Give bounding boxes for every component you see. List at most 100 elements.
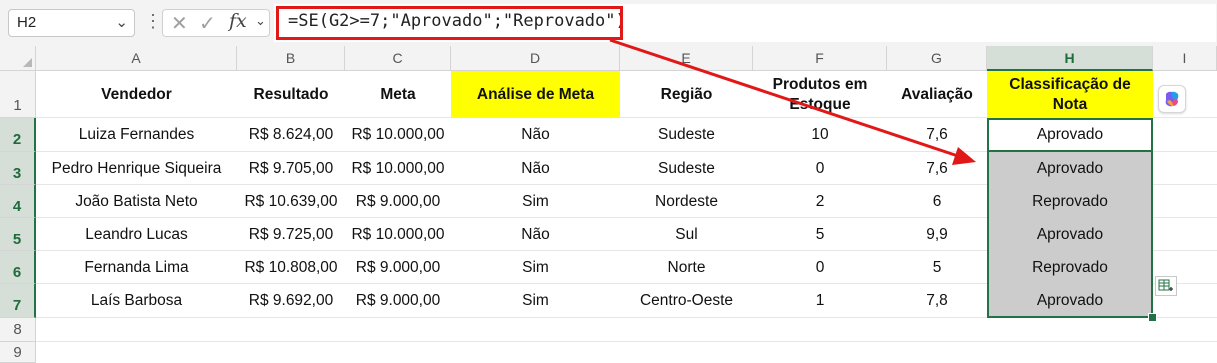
cell-produtos[interactable]: 10 [753,118,887,152]
cell-produtos[interactable]: 0 [753,251,887,284]
header-analise-text: Análise de Meta [476,85,595,103]
cell-avaliacao[interactable]: 7,8 [887,284,987,318]
header-produtos-line1: Produtos em [772,75,868,93]
cell-produtos[interactable]: 5 [753,218,887,251]
cell-analise[interactable]: Não [451,118,620,152]
cell-produtos[interactable]: 1 [753,284,887,318]
cell-avaliacao[interactable]: 5 [887,251,987,284]
fill-handle[interactable] [1148,313,1157,322]
cell-classificacao[interactable]: Aprovado [987,118,1153,152]
cell-resultado[interactable]: R$ 10.808,00 [237,251,345,284]
cell-regiao[interactable]: Nordeste [620,185,753,218]
more-vertical-icon[interactable]: ⋮ [144,12,162,30]
cell-avaliacao[interactable]: 7,6 [887,152,987,185]
header-vendedor-text: Vendedor [101,85,172,103]
cell-vendedor[interactable]: Luiza Fernandes [36,118,237,152]
cell-resultado[interactable]: R$ 9.725,00 [237,218,345,251]
cell-regiao[interactable]: Centro-Oeste [620,284,753,318]
header-produtos-em-estoque[interactable]: Produtos em Estoque [753,71,887,118]
name-box[interactable]: H2 ⌄ [8,9,135,37]
header-avaliacao-text: Avaliação [901,85,973,103]
column-header-g[interactable]: G [887,46,987,71]
cell-classificacao[interactable]: Reprovado [987,251,1153,284]
row-header-2[interactable]: 2 [0,118,36,152]
insert-function-icon[interactable]: fx [229,10,247,32]
row-header-9[interactable]: 9 [0,342,36,363]
header-resultado[interactable]: Resultado [237,71,345,118]
header-resultado-text: Resultado [253,85,329,103]
row-header-4[interactable]: 4 [0,185,36,218]
cancel-icon[interactable]: ✕ [171,11,188,36]
column-header-i[interactable]: I [1153,46,1217,71]
cell-vendedor[interactable]: João Batista Neto [36,185,237,218]
cell-vendedor[interactable]: Leandro Lucas [36,218,237,251]
cell-classificacao[interactable]: Aprovado [987,218,1153,251]
cell-resultado[interactable]: R$ 9.692,00 [237,284,345,318]
cell-analise[interactable]: Sim [451,185,620,218]
cell-produtos[interactable]: 2 [753,185,887,218]
row-header-5[interactable]: 5 [0,218,36,251]
cell-avaliacao[interactable]: 7,6 [887,118,987,152]
cell-classificacao[interactable]: Aprovado [987,152,1153,185]
confirm-icon[interactable]: ✓ [199,11,216,36]
header-regiao[interactable]: Região [620,71,753,118]
name-box-value: H2 [17,14,37,31]
header-avaliacao[interactable]: Avaliação [887,71,987,118]
cell-analise[interactable]: Não [451,218,620,251]
cell-regiao[interactable]: Sudeste [620,152,753,185]
cell-resultado[interactable]: R$ 9.705,00 [237,152,345,185]
column-header-d[interactable]: D [451,46,620,71]
column-header-a[interactable]: A [36,46,237,71]
cell-analise[interactable]: Sim [451,251,620,284]
cell-produtos[interactable]: 0 [753,152,887,185]
cell-vendedor[interactable]: Fernanda Lima [36,251,237,284]
cell-analise[interactable]: Não [451,152,620,185]
column-header-f[interactable]: F [753,46,887,71]
cell-meta[interactable]: R$ 10.000,00 [345,152,451,185]
formula-controls: ✕ ✓ fx ⌄ [162,9,270,37]
cell-regiao[interactable]: Sudeste [620,118,753,152]
cell-resultado[interactable]: R$ 8.624,00 [237,118,345,152]
header-meta-text: Meta [380,85,416,103]
chevron-down-icon[interactable]: ⌄ [255,13,266,29]
cell-vendedor[interactable]: Pedro Henrique Siqueira [36,152,237,185]
row-header-6[interactable]: 6 [0,251,36,284]
row-header-1[interactable]: 1 [0,71,36,118]
row-header-3[interactable]: 3 [0,152,36,185]
cell-classificacao[interactable]: Reprovado [987,185,1153,218]
formula-input[interactable]: =SE(G2>=7;"Aprovado";"Reprovado") [274,4,1216,42]
column-header-h[interactable]: H [987,46,1153,71]
chevron-down-icon[interactable]: ⌄ [115,13,128,31]
header-classificacao-line2: Nota [1052,95,1088,113]
header-classificacao-line1: Classificação de [1009,75,1131,93]
header-analise-de-meta[interactable]: Análise de Meta [451,71,620,118]
cell-meta[interactable]: R$ 10.000,00 [345,118,451,152]
header-vendedor[interactable]: Vendedor [36,71,237,118]
header-classificacao-de-nota[interactable]: Classificação de Nota [987,71,1153,118]
spreadsheet-grid: A B C D E F G H I 1 2 3 4 5 6 7 8 9 Vend… [0,46,1217,363]
cell-meta[interactable]: R$ 10.000,00 [345,218,451,251]
copilot-icon[interactable] [1158,85,1186,113]
cell-regiao[interactable]: Norte [620,251,753,284]
formula-text: =SE(G2>=7;"Aprovado";"Reprovado") [288,11,626,31]
cell-vendedor[interactable]: Laís Barbosa [36,284,237,318]
header-produtos-line2: Estoque [789,95,851,113]
formula-bar: H2 ⌄ ⋮ ✕ ✓ fx ⌄ =SE(G2>=7;"Aprovado";"Re… [0,0,1217,46]
row-header-7[interactable]: 7 [0,284,36,318]
quick-analysis-icon[interactable] [1155,276,1177,296]
column-header-b[interactable]: B [237,46,345,71]
cell-classificacao[interactable]: Aprovado [987,284,1153,318]
select-all-icon[interactable] [0,46,36,71]
cell-resultado[interactable]: R$ 10.639,00 [237,185,345,218]
cell-meta[interactable]: R$ 9.000,00 [345,185,451,218]
header-meta[interactable]: Meta [345,71,451,118]
cell-avaliacao[interactable]: 9,9 [887,218,987,251]
cell-meta[interactable]: R$ 9.000,00 [345,284,451,318]
cell-avaliacao[interactable]: 6 [887,185,987,218]
column-header-c[interactable]: C [345,46,451,71]
cell-meta[interactable]: R$ 9.000,00 [345,251,451,284]
row-header-8[interactable]: 8 [0,318,36,342]
column-header-e[interactable]: E [620,46,753,71]
cell-regiao[interactable]: Sul [620,218,753,251]
cell-analise[interactable]: Sim [451,284,620,318]
